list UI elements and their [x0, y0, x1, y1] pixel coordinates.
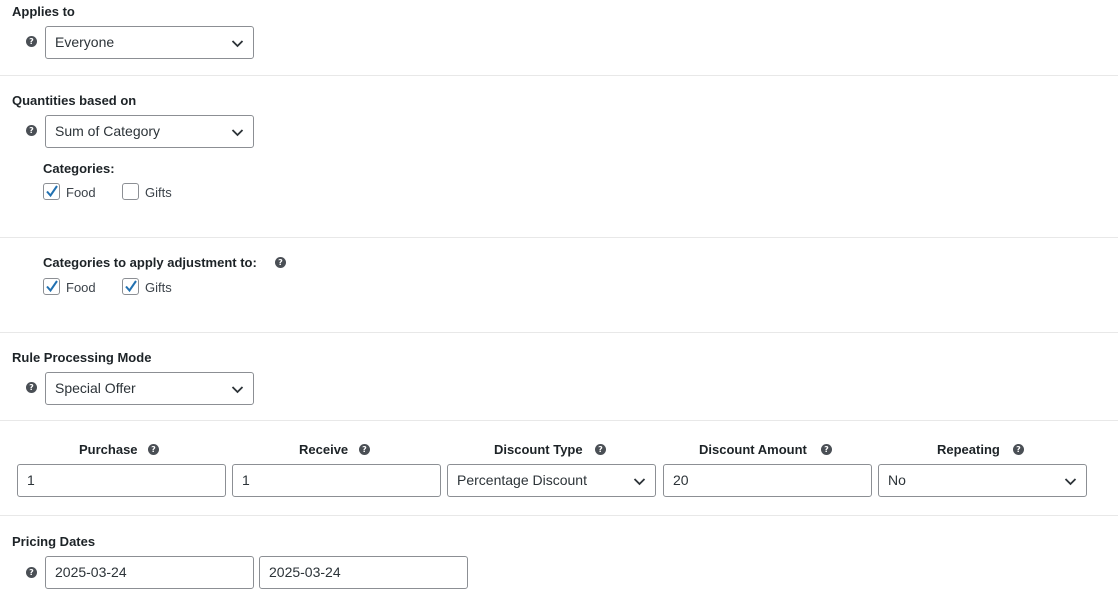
quantities-select[interactable]: Sum of Category [45, 115, 254, 148]
chevron-down-icon [231, 386, 244, 394]
categories-label: Categories: [43, 161, 115, 176]
adjust-food-label: Food [66, 280, 96, 295]
date-from-input[interactable]: 2025-03-24 [45, 556, 254, 589]
adjust-gifts-checkbox[interactable] [122, 278, 139, 295]
chevron-down-icon [633, 478, 646, 486]
help-icon[interactable]: ? [26, 382, 37, 393]
quantities-label: Quantities based on [12, 93, 137, 108]
category-gifts-checkbox[interactable] [122, 183, 139, 200]
category-food-label: Food [66, 185, 96, 200]
purchase-input[interactable]: 1 [17, 464, 226, 497]
help-icon[interactable]: ? [821, 444, 832, 455]
processing-mode-value: Special Offer [55, 380, 136, 396]
help-icon[interactable]: ? [1013, 444, 1024, 455]
chevron-down-icon [1064, 478, 1077, 486]
help-icon[interactable]: ? [26, 36, 37, 47]
discount-amount-header: Discount Amount [699, 442, 807, 457]
applies-to-select[interactable]: Everyone [45, 26, 254, 59]
discount-amount-input[interactable]: 20 [663, 464, 872, 497]
checkmark-icon [46, 185, 58, 198]
date-to-input[interactable]: 2025-03-24 [259, 556, 468, 589]
discount-type-header: Discount Type [494, 442, 583, 457]
help-icon[interactable]: ? [26, 567, 37, 578]
checkmark-icon [46, 280, 58, 293]
divider [0, 332, 1118, 333]
applies-to-label: Applies to [12, 4, 75, 19]
discount-type-select[interactable]: Percentage Discount [447, 464, 656, 497]
repeating-value: No [888, 472, 906, 488]
adjust-gifts-label: Gifts [145, 280, 172, 295]
applies-to-value: Everyone [55, 34, 115, 50]
rule-settings-form: Applies to ? Everyone Quantities based o… [0, 0, 1118, 602]
discount-type-value: Percentage Discount [457, 472, 587, 488]
adjustment-label: Categories to apply adjustment to: [43, 255, 257, 270]
quantities-value: Sum of Category [55, 123, 161, 139]
purchase-header: Purchase [79, 442, 138, 457]
receive-header: Receive [299, 442, 349, 457]
help-icon[interactable]: ? [148, 444, 159, 455]
receive-input[interactable]: 1 [232, 464, 441, 497]
adjust-food-checkbox[interactable] [43, 278, 60, 295]
help-icon[interactable]: ? [359, 444, 370, 455]
category-food-checkbox[interactable] [43, 183, 60, 200]
help-icon[interactable]: ? [26, 125, 37, 136]
processing-mode-label: Rule Processing Mode [12, 350, 152, 365]
checkmark-icon [125, 280, 137, 293]
repeating-header: Repeating [937, 442, 1000, 457]
chevron-down-icon [231, 129, 244, 137]
processing-mode-select[interactable]: Special Offer [45, 372, 254, 405]
category-gifts-label: Gifts [145, 185, 172, 200]
divider [0, 420, 1118, 421]
help-icon[interactable]: ? [595, 444, 606, 455]
divider [0, 515, 1118, 516]
help-icon[interactable]: ? [275, 257, 286, 268]
chevron-down-icon [231, 40, 244, 48]
divider [0, 75, 1118, 76]
divider [0, 237, 1118, 238]
pricing-dates-label: Pricing Dates [12, 534, 96, 549]
repeating-select[interactable]: No [878, 464, 1087, 497]
